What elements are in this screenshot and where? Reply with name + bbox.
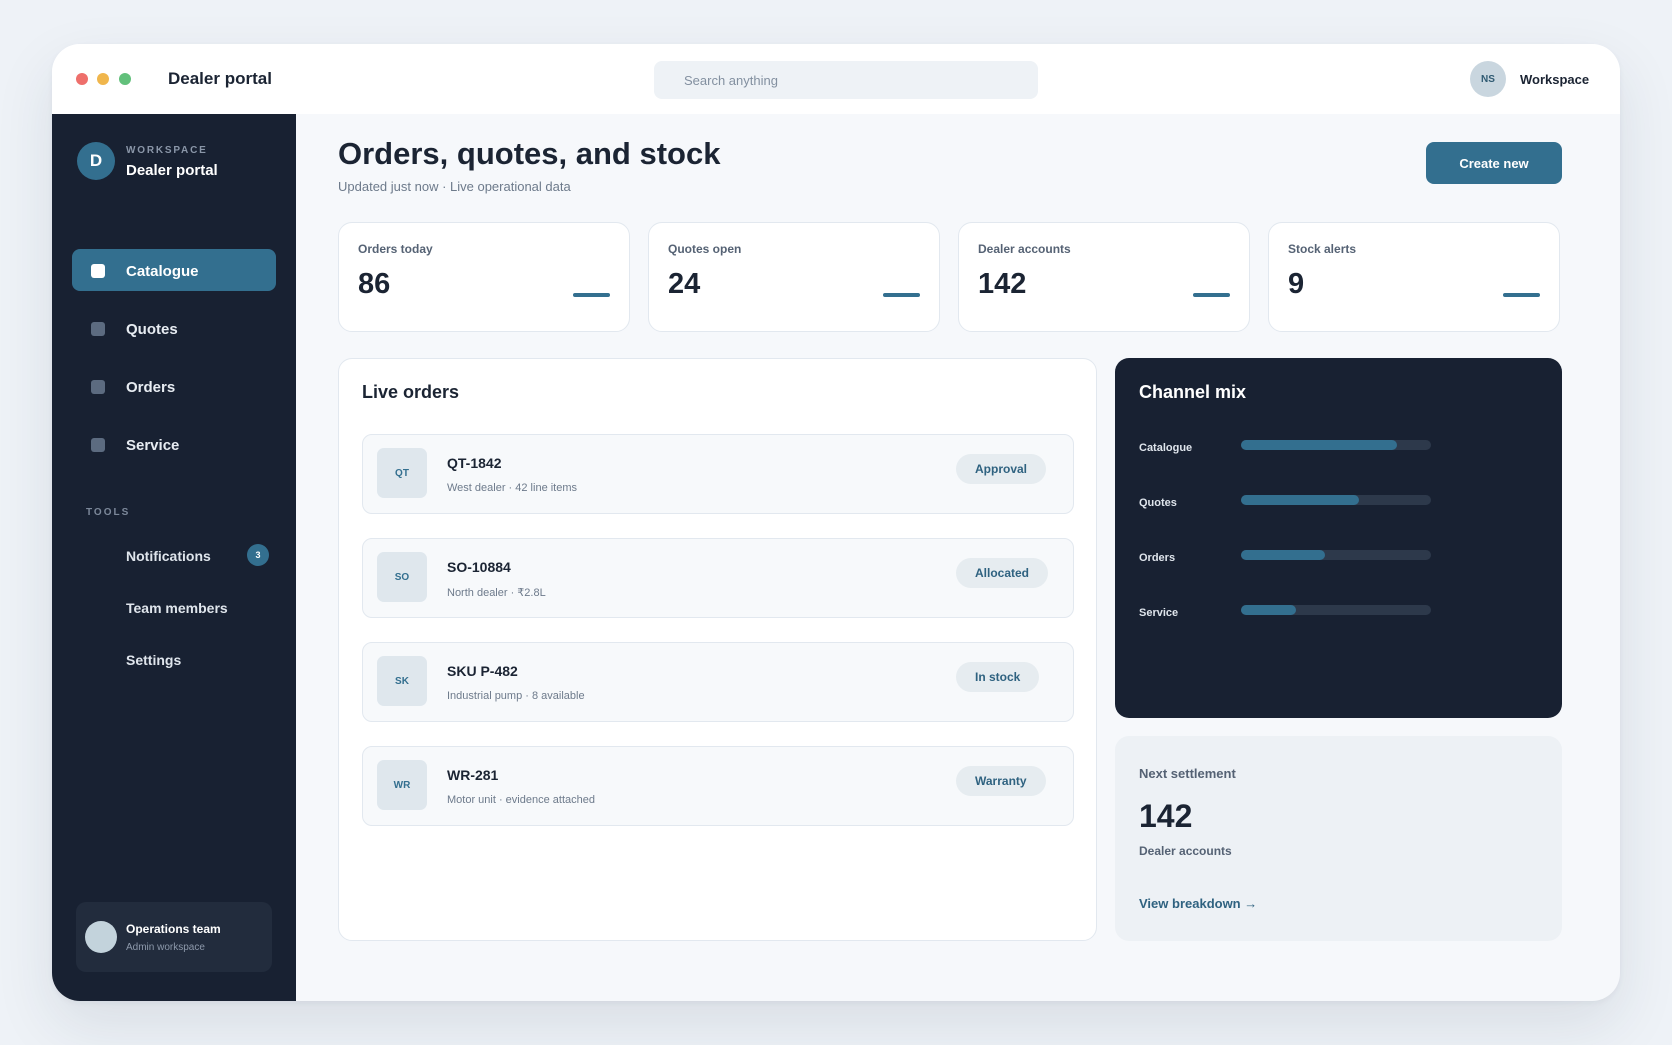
title-bar: Dealer portal Search anything NS Workspa… — [52, 44, 1620, 114]
stat-value: 9 — [1288, 268, 1305, 300]
stat-accent-bar — [573, 293, 610, 297]
team-avatar — [85, 921, 117, 953]
stat-card-quotes-open: Quotes open 24 — [648, 222, 940, 332]
channel-label: Orders — [1139, 552, 1176, 564]
status-badge: Approval — [956, 454, 1047, 484]
order-row[interactable]: QT QT-1842 West dealer · 42 line items A… — [362, 434, 1074, 514]
stat-value: 86 — [358, 268, 391, 300]
stat-label: Quotes open — [668, 242, 742, 256]
sidebar-item-label: Orders — [126, 379, 176, 396]
order-type-tile: QT — [377, 448, 427, 498]
channel-mix-title: Channel mix — [1139, 382, 1247, 402]
live-orders-panel: Live orders QT QT-1842 West dealer · 42 … — [338, 358, 1097, 941]
channel-track — [1241, 495, 1431, 505]
stat-accent-bar — [1193, 293, 1230, 297]
order-type-tile: WR — [377, 760, 427, 810]
catalogue-icon — [91, 264, 105, 278]
sidebar-item-catalogue[interactable]: Catalogue — [72, 249, 276, 291]
stat-card-stock-alerts: Stock alerts 9 — [1268, 222, 1560, 332]
tool-settings[interactable]: Settings — [126, 652, 181, 668]
order-id: QT-1842 — [447, 455, 502, 471]
settlement-value: 142 — [1139, 798, 1193, 834]
order-row[interactable]: SO SO-10884 North dealer · ₹2.8L Allocat… — [362, 538, 1074, 618]
channel-track — [1241, 605, 1431, 615]
order-meta: Industrial pump · 8 available — [447, 690, 585, 702]
order-meta: West dealer · 42 line items — [447, 482, 578, 494]
search-placeholder: Search anything — [684, 73, 778, 88]
channel-track — [1241, 440, 1431, 450]
sidebar: D WORKSPACE Dealer portal Catalogue Quot… — [52, 114, 296, 1001]
channel-mix-panel: Channel mix Catalogue Quotes Orders Serv… — [1115, 358, 1562, 718]
stat-accent-bar — [1503, 293, 1540, 297]
workspace-switcher[interactable]: Workspace — [1520, 72, 1589, 87]
settlement-label: Next settlement — [1139, 766, 1236, 781]
sidebar-item-quotes[interactable]: Quotes — [72, 307, 276, 349]
team-card[interactable]: Operations team Admin workspace — [76, 902, 272, 972]
stat-card-dealer-accounts: Dealer accounts 142 — [958, 222, 1250, 332]
team-subtitle: Admin workspace — [126, 942, 205, 953]
next-settlement-panel: Next settlement 142 Dealer accounts View… — [1115, 736, 1562, 941]
order-row[interactable]: SK SKU P-482 Industrial pump · 8 availab… — [362, 642, 1074, 722]
app-title: Dealer portal — [168, 69, 272, 88]
channel-label: Catalogue — [1139, 442, 1193, 454]
stat-value: 142 — [978, 268, 1027, 300]
live-orders-title: Live orders — [362, 382, 460, 402]
stat-accent-bar — [883, 293, 920, 297]
order-id: SKU P-482 — [447, 663, 518, 679]
status-badge: Warranty — [956, 766, 1046, 796]
channel-label: Quotes — [1139, 497, 1177, 509]
sidebar-item-label: Service — [126, 437, 180, 454]
view-breakdown-link[interactable]: View breakdown → — [1139, 896, 1257, 911]
channel-label: Service — [1139, 607, 1179, 619]
order-meta: Motor unit · evidence attached — [447, 794, 595, 806]
close-window-button[interactable] — [76, 73, 88, 85]
workspace-kicker: WORKSPACE — [126, 145, 208, 156]
stat-value: 24 — [668, 268, 701, 300]
notifications-count-badge: 3 — [247, 544, 269, 566]
app-window: Dealer portal Search anything NS Workspa… — [52, 44, 1620, 1001]
status-badge: In stock — [956, 662, 1040, 692]
tools-heading: TOOLS — [86, 507, 131, 518]
sidebar-item-label: Quotes — [126, 321, 178, 338]
order-id: WR-281 — [447, 767, 499, 783]
orders-icon — [91, 380, 105, 394]
user-avatar[interactable]: NS — [1470, 61, 1506, 97]
order-id: SO-10884 — [447, 559, 511, 575]
page-subtitle: Updated just now · Live operational data — [338, 179, 571, 194]
create-new-button[interactable]: Create new — [1426, 142, 1562, 184]
page-title: Orders, quotes, and stock — [338, 136, 721, 171]
tool-team-members[interactable]: Team members — [126, 600, 228, 616]
sidebar-item-orders[interactable]: Orders — [72, 365, 276, 407]
stat-label: Stock alerts — [1288, 242, 1357, 256]
channel-bar-quotes — [1241, 495, 1359, 505]
channel-bar-service — [1241, 605, 1297, 615]
workspace-name: Dealer portal — [126, 162, 218, 179]
minimize-window-button[interactable] — [97, 73, 109, 85]
sidebar-item-label: Catalogue — [126, 263, 199, 280]
order-meta: North dealer · ₹2.8L — [447, 587, 546, 599]
order-type-tile: SO — [377, 552, 427, 602]
workspace-avatar: D — [77, 142, 115, 180]
status-badge: Allocated — [956, 558, 1049, 588]
stat-label: Orders today — [358, 242, 433, 256]
tool-notifications[interactable]: Notifications — [126, 548, 211, 564]
channel-track — [1241, 550, 1431, 560]
maximize-window-button[interactable] — [119, 73, 131, 85]
order-row[interactable]: WR WR-281 Motor unit · evidence attached… — [362, 746, 1074, 826]
team-name: Operations team — [126, 922, 221, 936]
order-type-tile: SK — [377, 656, 427, 706]
channel-bar-catalogue — [1241, 440, 1397, 450]
search-input[interactable]: Search anything — [654, 61, 1038, 99]
stat-label: Dealer accounts — [978, 242, 1071, 256]
service-icon — [91, 438, 105, 452]
quotes-icon — [91, 322, 105, 336]
settlement-subtitle: Dealer accounts — [1139, 844, 1232, 858]
channel-bar-orders — [1241, 550, 1325, 560]
stat-card-orders-today: Orders today 86 — [338, 222, 630, 332]
sidebar-item-service[interactable]: Service — [72, 423, 276, 465]
